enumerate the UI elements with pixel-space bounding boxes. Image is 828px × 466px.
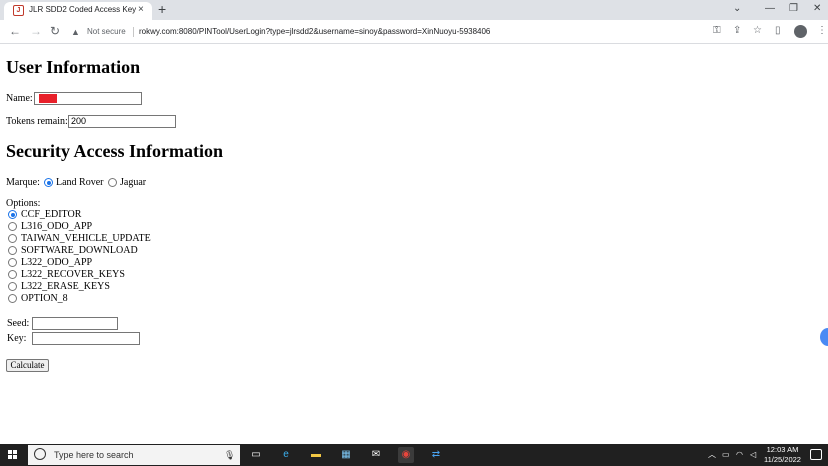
share-icon[interactable]: ⇪	[733, 24, 741, 38]
option-radio[interactable]	[8, 258, 17, 267]
marque-label: Marque:	[6, 177, 40, 188]
name-label: Name:	[6, 93, 33, 104]
option-label: SOFTWARE_DOWNLOAD	[21, 245, 138, 256]
marque-radio-land-rover[interactable]	[44, 178, 53, 187]
minimize-icon[interactable]: —	[765, 1, 775, 17]
notification-center-icon[interactable]	[810, 449, 822, 460]
page-content: User Information Name: Tokens remain: 20…	[0, 45, 828, 444]
volume-icon[interactable]: ◁	[750, 449, 756, 461]
search-icon	[34, 448, 46, 460]
reload-icon[interactable]: ↻	[50, 24, 60, 38]
profile-avatar-icon[interactable]	[794, 25, 807, 38]
option-radio[interactable]	[8, 234, 17, 243]
option-radio[interactable]	[8, 210, 17, 219]
option-label: OPTION_8	[21, 293, 68, 304]
marque-label-land-rover: Land Rover	[56, 177, 104, 188]
edge-browser-icon[interactable]: e	[278, 447, 294, 463]
not-secure-label[interactable]: Not secure	[87, 26, 126, 38]
taskbar-search-box[interactable]: Type here to search 🎙	[28, 445, 240, 465]
marque-label-jaguar: Jaguar	[120, 177, 147, 188]
clock-date: 11/25/2022	[764, 455, 801, 464]
option-radio[interactable]	[8, 270, 17, 279]
file-explorer-icon[interactable]: ▬	[308, 447, 324, 463]
bookmark-star-icon[interactable]: ☆	[753, 24, 762, 38]
tokens-value: 200	[71, 116, 87, 126]
tokens-label: Tokens remain:	[6, 116, 68, 127]
browser-tab[interactable]: J JLR SDD2 Coded Access Key ×	[4, 2, 152, 20]
option-label: L316_ODO_APP	[21, 221, 93, 232]
taskbar-search-placeholder: Type here to search	[54, 450, 134, 460]
browser-tab-strip: J JLR SDD2 Coded Access Key × + ⌄ — ❐ ✕	[0, 0, 828, 20]
marque-radio-jaguar[interactable]	[108, 178, 117, 187]
option-label: L322_ODO_APP	[21, 257, 93, 268]
close-window-icon[interactable]: ✕	[813, 1, 821, 17]
tokens-input[interactable]: 200	[68, 115, 176, 128]
microphone-icon[interactable]: 🎙	[224, 449, 235, 461]
mail-icon[interactable]: ✉	[368, 447, 384, 463]
new-tab-button[interactable]: +	[158, 1, 166, 17]
option-label: TAIWAN_VEHICLE_UPDATE	[21, 233, 151, 244]
back-arrow-icon[interactable]: ←	[9, 24, 21, 38]
close-tab-icon[interactable]: ×	[138, 4, 144, 16]
option-label: L322_ERASE_KEYS	[21, 281, 110, 292]
option-radio[interactable]	[8, 222, 17, 231]
option-radio[interactable]	[8, 282, 17, 291]
option-radio[interactable]	[8, 294, 17, 303]
browser-toolbar: ← → ↻ ▲ Not secure rokwy.com:8080/PINToo…	[0, 20, 828, 44]
teamviewer-icon[interactable]: ⇄	[428, 447, 444, 463]
floating-assistant-icon[interactable]	[820, 328, 828, 346]
key-input[interactable]	[32, 332, 140, 345]
taskbar-clock[interactable]: 12:03 AM 11/25/2022	[764, 445, 801, 465]
url-text[interactable]: rokwy.com:8080/PINTool/UserLogin?type=jl…	[139, 26, 490, 38]
forward-arrow-icon[interactable]: →	[30, 24, 42, 38]
restore-icon[interactable]: ❐	[789, 1, 798, 17]
option-radio[interactable]	[8, 246, 17, 255]
task-view-icon[interactable]: ▭	[248, 447, 264, 463]
user-information-heading: User Information	[6, 57, 141, 77]
key-label: Key:	[7, 333, 27, 344]
clock-time: 12:03 AM	[766, 445, 799, 454]
windows-taskbar: Type here to search 🎙 ▭ e ▬ ▦ ✉ ◉ ⇄ ︿ ▭ …	[0, 444, 828, 466]
security-access-heading: Security Access Information	[6, 141, 223, 161]
wifi-icon[interactable]: ◠	[736, 449, 743, 461]
key-icon[interactable]: ⚿	[713, 24, 721, 38]
seed-input[interactable]	[32, 317, 118, 330]
name-input[interactable]	[34, 92, 142, 105]
seed-label: Seed:	[7, 318, 30, 329]
windows-start-icon[interactable]	[8, 450, 18, 460]
network-icon[interactable]: ▭	[722, 449, 730, 461]
tab-title: JLR SDD2 Coded Access Key	[29, 5, 137, 14]
calculate-button[interactable]: Calculate	[6, 359, 49, 372]
tab-favicon-icon: J	[13, 5, 24, 16]
side-panel-icon[interactable]: ▯	[775, 24, 781, 38]
option-label: L322_RECOVER_KEYS	[21, 269, 125, 280]
redaction-mark	[39, 94, 57, 103]
kebab-menu-icon[interactable]: ⋮	[817, 24, 827, 38]
tab-search-chevron-icon[interactable]: ⌄	[733, 1, 741, 17]
warning-triangle-icon[interactable]: ▲	[71, 26, 80, 38]
chrome-browser-icon[interactable]: ◉	[398, 447, 414, 463]
store-icon[interactable]: ▦	[338, 447, 354, 463]
address-bar[interactable]: ▲ Not secure rokwy.com:8080/PINTool/User…	[66, 23, 706, 41]
option-label: CCF_EDITOR	[21, 209, 82, 220]
tray-chevron-icon[interactable]: ︿	[708, 449, 716, 461]
url-separator	[133, 27, 134, 37]
